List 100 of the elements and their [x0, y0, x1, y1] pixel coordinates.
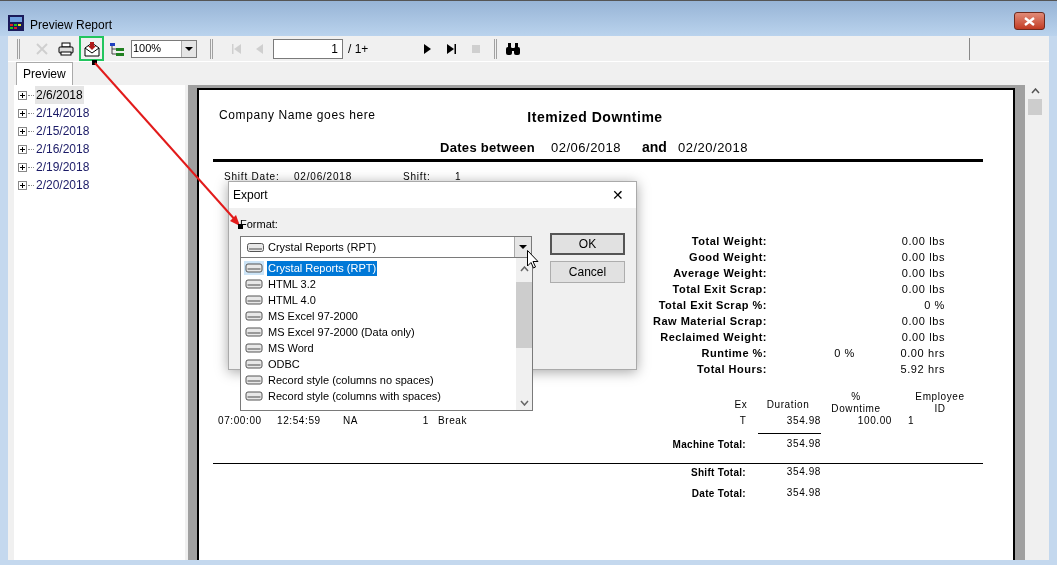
table-cell: 12:54:59 — [277, 416, 321, 426]
stat-value: 0.00 lbs — [901, 235, 945, 247]
drive-icon — [244, 261, 264, 275]
column-header: % Downtime — [831, 391, 881, 415]
drive-icon — [244, 309, 264, 323]
drive-icon — [244, 325, 264, 339]
total-label: Date Total: — [691, 489, 746, 499]
table-cell: T — [739, 416, 747, 426]
list-option[interactable]: Crystal Reports (RPT) — [267, 260, 378, 276]
cancel-icon — [34, 40, 50, 57]
total-value: 354.98 — [786, 467, 821, 477]
stat-label: Average Weight: — [673, 267, 767, 279]
table-cell: 07:00:00 — [218, 416, 262, 426]
list-option[interactable]: HTML 3.2 — [267, 276, 317, 292]
dropdown-value: Crystal Reports (RPT) — [268, 239, 378, 255]
expand-icon[interactable] — [18, 108, 27, 118]
tree-item[interactable]: 2/15/2018 — [35, 122, 91, 140]
zoom-dropdown[interactable]: 100% — [131, 39, 197, 58]
list-option[interactable]: Record style (columns no spaces) — [267, 372, 435, 388]
tree-item[interactable]: 2/20/2018 — [35, 176, 91, 194]
expand-icon[interactable] — [18, 90, 27, 100]
table-cell: 1 — [422, 416, 429, 426]
table-cell: Break — [438, 416, 468, 426]
stat-value: 0.00 lbs — [901, 251, 945, 263]
envelope-arrow-button[interactable] — [79, 36, 104, 61]
ok-button[interactable]: OK — [550, 233, 625, 255]
expand-icon[interactable] — [18, 180, 27, 190]
drive-icon — [244, 277, 264, 291]
column-header: Employee ID — [915, 391, 965, 415]
drive-icon — [244, 389, 264, 403]
date-value: 02/06/2018 — [551, 140, 622, 154]
scroll-thumb[interactable] — [516, 282, 532, 348]
caret-icon — [519, 245, 527, 249]
tree-item[interactable]: 2/6/2018 — [35, 86, 84, 104]
printer-icon — [58, 40, 74, 57]
stat-label: Total Weight: — [691, 235, 767, 247]
table-cell: 100.00 — [857, 416, 892, 426]
list-option[interactable]: MS Excel 97-2000 (Data only) — [267, 324, 416, 340]
tree-item[interactable]: 2/19/2018 — [35, 158, 91, 176]
column-header: Ex — [734, 399, 748, 411]
expand-icon[interactable] — [18, 162, 27, 172]
stat-percent: 0 % — [834, 347, 855, 359]
stat-label: Total Exit Scrap %: — [658, 299, 767, 311]
stat-value: 0.00 lbs — [901, 283, 945, 295]
tab[interactable]: Preview — [16, 62, 73, 85]
close-button[interactable] — [1014, 12, 1045, 30]
cancel-button[interactable]: Cancel — [550, 261, 625, 283]
total-label: Machine Total: — [672, 440, 746, 450]
scroll-thumb[interactable] — [1028, 99, 1042, 115]
list-option[interactable]: ODBC — [267, 356, 301, 372]
page-count: / 1+ — [348, 40, 370, 58]
stat-value: 0.00 lbs — [901, 267, 945, 279]
stat-label: Good Weight: — [689, 251, 767, 263]
page-field[interactable]: 1 — [273, 38, 343, 59]
stat-value: 0 % — [924, 299, 945, 311]
scroll-up-icon[interactable] — [519, 266, 529, 272]
tree-item[interactable]: 2/14/2018 — [35, 104, 91, 122]
date-value: 02/20/2018 — [678, 140, 749, 154]
binoculars-icon — [505, 40, 521, 57]
dialog-title: Export — [233, 187, 268, 204]
list-option[interactable]: MS Excel 97-2000 — [267, 308, 359, 324]
drive-icon — [244, 373, 264, 387]
field-label: Shift: — [403, 172, 431, 182]
list-option[interactable]: Record style (columns with spaces) — [267, 388, 442, 404]
stat-value: 5.92 hrs — [900, 363, 945, 375]
app-icon — [8, 15, 24, 31]
stat-value: 0.00 hrs — [900, 347, 945, 359]
tree-icon — [109, 40, 125, 57]
date-range-label: Dates between — [440, 140, 535, 154]
field-value: 02/06/2018 — [294, 172, 353, 182]
total-label: Shift Total: — [690, 468, 746, 478]
company-name: Company Name goes here — [219, 109, 376, 121]
window-title: Preview Report — [30, 19, 113, 31]
drive-icon — [244, 357, 264, 371]
stat-label: Total Hours: — [697, 363, 767, 375]
stat-value: 0.00 lbs — [901, 331, 945, 343]
list-option[interactable]: MS Word — [267, 340, 315, 356]
stat-label: Reclaimed Weight: — [660, 331, 767, 343]
close-button[interactable]: ✕ — [608, 188, 628, 202]
list-scrollbar[interactable] — [516, 258, 532, 410]
field-value: 1 — [455, 172, 462, 182]
field-label: Shift Date: — [224, 172, 280, 182]
total-value: 354.98 — [786, 488, 821, 498]
envelope-arrow-icon — [83, 40, 100, 57]
close-icon — [1024, 16, 1035, 26]
scroll-down-icon[interactable] — [519, 400, 529, 406]
date-range-label: and — [642, 140, 667, 154]
scroll-up-icon[interactable] — [1030, 88, 1040, 94]
tree-item[interactable]: 2/16/2018 — [35, 140, 91, 158]
expand-icon[interactable] — [18, 144, 27, 154]
list-option[interactable]: HTML 4.0 — [267, 292, 317, 308]
format-dropdown[interactable]: Crystal Reports (RPT) — [240, 236, 532, 258]
total-value: 354.98 — [786, 439, 821, 449]
column-header: Duration — [766, 399, 810, 411]
table-cell: NA — [343, 416, 359, 426]
table-cell: 1 — [908, 416, 915, 426]
stat-label: Total Exit Scrap: — [672, 283, 767, 295]
caret-icon — [185, 46, 193, 51]
report-title: Itemized Downtime — [527, 110, 663, 124]
expand-icon[interactable] — [18, 126, 27, 136]
